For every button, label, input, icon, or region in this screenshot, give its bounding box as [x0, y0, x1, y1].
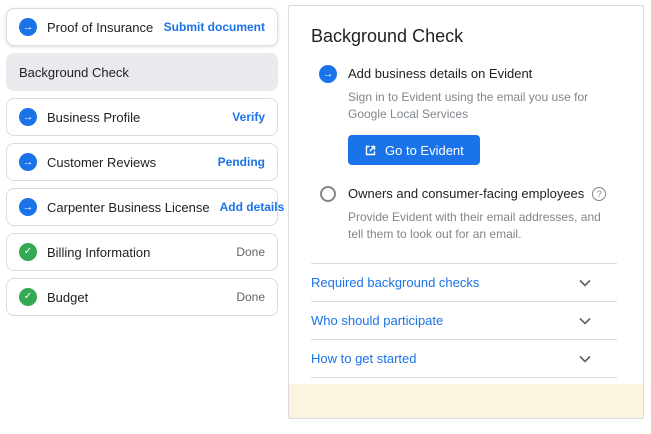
panel-footer-strip — [289, 384, 643, 418]
background-check-panel: Background Check → Add business details … — [288, 5, 644, 419]
sidebar-item-label: Background Check — [19, 64, 129, 80]
sidebar-item-budget[interactable]: ✓ Budget Done — [6, 278, 278, 316]
sidebar-item-label: Budget — [47, 289, 89, 305]
sidebar-item-carpenter-business-license[interactable]: → Carpenter Business License Add details — [6, 188, 284, 226]
chevron-down-icon — [579, 355, 591, 363]
option-body: Owners and consumer-facing employees ? P… — [348, 185, 619, 243]
in-progress-arrow-icon: → — [19, 18, 37, 36]
option-label-text: Owners and consumer-facing employees — [348, 186, 585, 201]
accordion-label: Required background checks — [311, 275, 480, 290]
local-services-setup-page: → Proof of Insurance Submit document Bac… — [0, 0, 651, 434]
sidebar-item-proof-of-insurance[interactable]: → Proof of Insurance Submit document — [6, 8, 278, 46]
sidebar-item-label: Billing Information — [47, 244, 151, 260]
accordion-label: Who should participate — [311, 313, 444, 328]
sidebar-item-background-check[interactable]: Background Check — [6, 53, 278, 91]
in-progress-arrow-icon: → — [19, 153, 37, 171]
sidebar-item-billing-information[interactable]: ✓ Billing Information Done — [6, 233, 278, 271]
done-check-icon: ✓ — [19, 243, 37, 261]
accordion-list: Required background checks Who should pa… — [311, 263, 617, 378]
selected-option-arrow-icon: → — [319, 65, 337, 83]
accordion-who-should-participate[interactable]: Who should participate — [311, 302, 617, 340]
option-label: Add business details on Evident — [348, 66, 533, 81]
sidebar-item-business-profile[interactable]: → Business Profile Verify — [6, 98, 278, 136]
add-details-link[interactable]: Add details — [220, 200, 285, 214]
accordion-how-to-get-started[interactable]: How to get started — [311, 340, 617, 378]
open-in-new-icon — [364, 144, 377, 157]
sidebar-item-label: Proof of Insurance — [47, 19, 154, 35]
go-to-evident-button[interactable]: Go to Evident — [348, 135, 480, 165]
option-add-business-details[interactable]: → Add business details on Evident Sign i… — [319, 65, 619, 165]
done-check-icon: ✓ — [19, 288, 37, 306]
option-body: Add business details on Evident Sign in … — [348, 65, 619, 165]
chevron-down-icon — [579, 279, 591, 287]
pending-link[interactable]: Pending — [218, 155, 265, 169]
radio-unselected-icon[interactable] — [320, 186, 336, 202]
verify-link[interactable]: Verify — [232, 110, 265, 124]
setup-checklist-sidebar: → Proof of Insurance Submit document Bac… — [6, 8, 284, 323]
done-status: Done — [236, 245, 265, 259]
button-label: Go to Evident — [385, 142, 464, 158]
option-label: Owners and consumer-facing employees ? — [348, 185, 619, 203]
option-owners-employees[interactable]: Owners and consumer-facing employees ? P… — [319, 185, 619, 243]
accordion-required-background-checks[interactable]: Required background checks — [311, 264, 617, 302]
done-status: Done — [236, 290, 265, 304]
in-progress-arrow-icon: → — [19, 108, 37, 126]
help-icon[interactable]: ? — [592, 187, 607, 201]
page-title: Background Check — [311, 26, 464, 46]
in-progress-arrow-icon: → — [19, 198, 37, 216]
sidebar-item-customer-reviews[interactable]: → Customer Reviews Pending — [6, 143, 278, 181]
chevron-down-icon — [579, 317, 591, 325]
sidebar-item-label: Business Profile — [47, 109, 141, 125]
sidebar-item-label: Customer Reviews — [47, 154, 157, 170]
sidebar-item-label: Carpenter Business License — [47, 199, 210, 215]
option-description: Provide Evident with their email address… — [348, 210, 601, 241]
submit-document-link[interactable]: Submit document — [164, 20, 265, 34]
option-description: Sign in to Evident using the email you u… — [348, 90, 589, 121]
accordion-label: How to get started — [311, 351, 417, 366]
